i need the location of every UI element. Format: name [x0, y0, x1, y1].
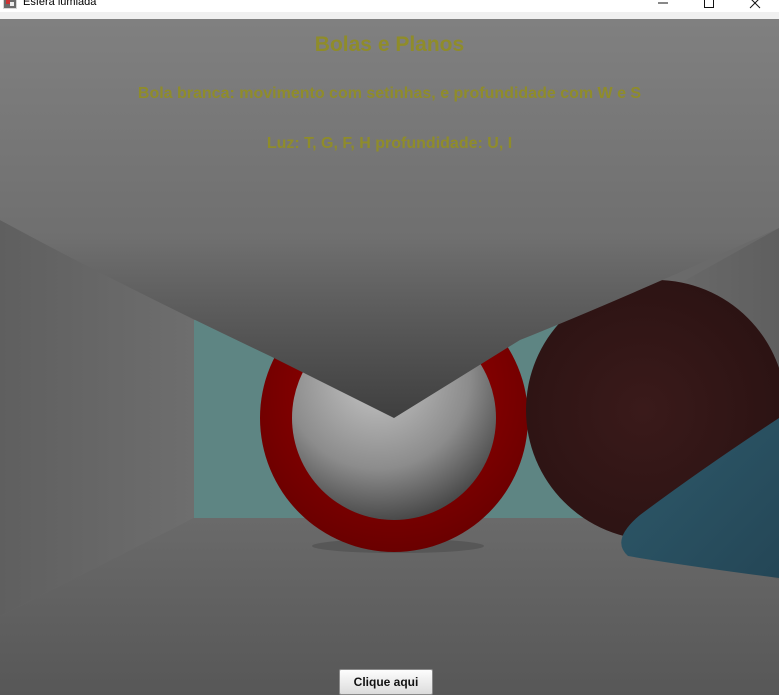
- click-here-button[interactable]: Clique aqui: [339, 669, 433, 695]
- window-title: Esfera lumiada: [23, 0, 97, 8]
- minimize-icon: [658, 2, 668, 4]
- java-app-icon: [3, 0, 17, 9]
- render-canvas[interactable]: [0, 19, 779, 695]
- minimize-button[interactable]: [640, 0, 686, 12]
- title-bar[interactable]: Esfera lumiada: [0, 0, 779, 12]
- scene-heading: Bolas e Planos: [314, 33, 465, 56]
- maximize-icon: [704, 0, 714, 8]
- instruction-line-2: Luz: T, G, F, H profundidade: U, I: [266, 135, 513, 152]
- maximize-button[interactable]: [686, 0, 732, 12]
- close-button[interactable]: [732, 0, 778, 12]
- instruction-line-1: Bola branca: movimento com setinhas, e p…: [137, 85, 642, 102]
- close-icon: [749, 0, 761, 9]
- app-window: Esfera lumiada Bolas e Planos Bola branc…: [0, 0, 779, 695]
